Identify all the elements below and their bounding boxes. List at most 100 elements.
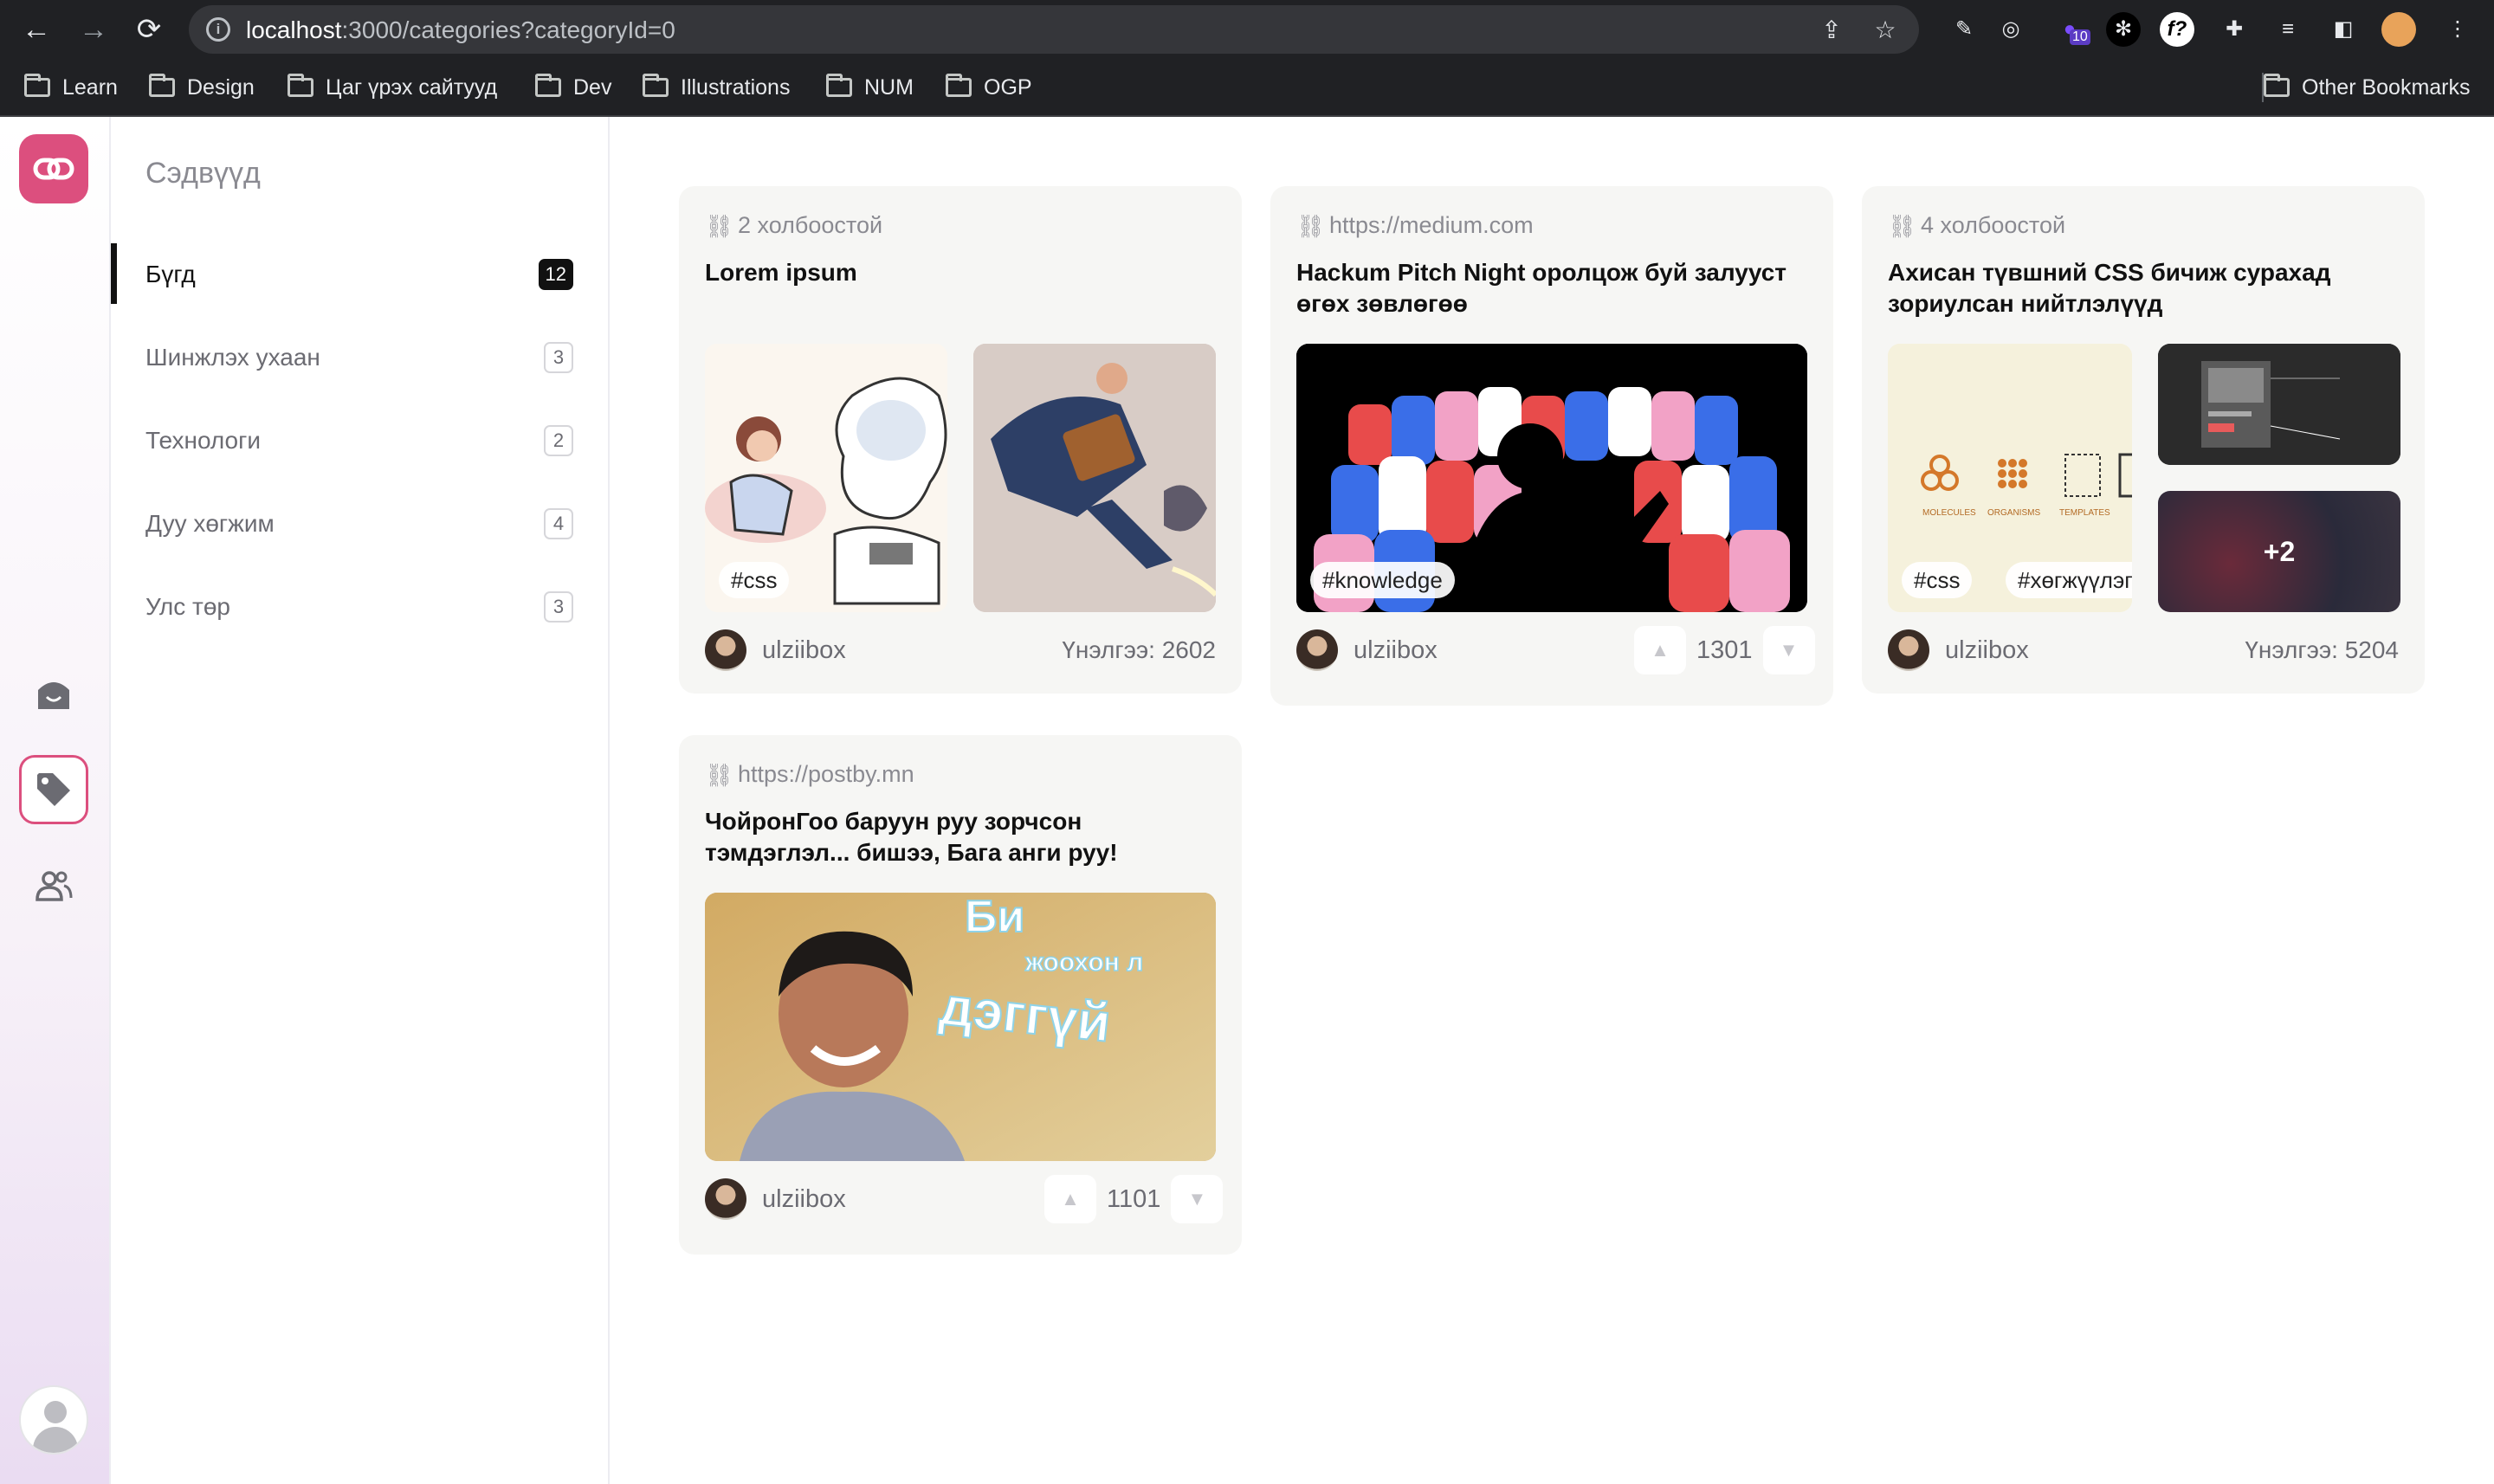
- main-content: ⛓ 2 холбоостой Lorem ipsum #css ulziibox…: [610, 117, 2494, 1484]
- pen-extension-icon[interactable]: ✎: [1947, 12, 1981, 47]
- hashtag-chip[interactable]: #css: [1902, 562, 1973, 598]
- downvote-icon[interactable]: ▼: [1171, 1175, 1224, 1223]
- categories-sidebar: Сэдвүүд Бүгд 12 Шинжлэх ухаан 3 Технолог…: [111, 117, 610, 1484]
- category-item-music[interactable]: Дуу хөгжим 4: [111, 493, 608, 553]
- link-card[interactable]: ⛓ 4 холбоостой Ахисан түвшний CSS бичиж с…: [1862, 186, 2425, 694]
- kid-photo: Би жоохон л дэггүй: [705, 893, 1216, 1161]
- css-card-diagram: [2158, 344, 2400, 465]
- diagram-label: MOLECULES: [1922, 508, 1976, 518]
- forward-icon[interactable]: →: [76, 12, 111, 47]
- category-item-science[interactable]: Шинжлэх ухаан 3: [111, 326, 608, 387]
- menu-kebab-icon[interactable]: ⋮: [2440, 12, 2475, 47]
- folder-icon: [2264, 74, 2290, 97]
- bookmarks-bar: Learn Design Цаг үрэх сайтууд Dev Illust…: [0, 59, 2494, 117]
- count-badge: 3: [544, 342, 573, 373]
- card-author[interactable]: ulziibox: [1296, 629, 1438, 671]
- more-count: +2: [2263, 536, 2296, 567]
- hashtag-chip[interactable]: #хөгжүүлэгч: [2006, 562, 2132, 598]
- card-title: Ахисан түвшний CSS бичиж сурахад зориулс…: [1888, 259, 2331, 317]
- diagram-label: ORGANISMS: [1987, 508, 2040, 518]
- card-source: ⛓ 4 холбоостой: [1888, 212, 2066, 239]
- icon-rail: [0, 117, 111, 1484]
- upvote-icon[interactable]: ▲: [1634, 626, 1686, 674]
- folder-icon: [826, 74, 852, 97]
- share-icon[interactable]: ⇪: [1817, 16, 1846, 45]
- card-thumbnail[interactable]: [2158, 344, 2400, 465]
- hashtag-chip[interactable]: #knowledge: [1310, 562, 1455, 598]
- card-author[interactable]: ulziibox: [705, 629, 846, 671]
- link-icon: ⛓: [705, 212, 734, 239]
- card-thumbnail[interactable]: MOLECULES ORGANISMS TEMPLATES #css #хөгж…: [1888, 344, 2132, 612]
- users-icon[interactable]: [19, 851, 88, 920]
- card-title: ЧойронГоо баруун руу зорчсон тэмдэглэл..…: [705, 808, 1118, 866]
- vote-control: ▲ 1301 ▼: [1634, 626, 1815, 674]
- upvote-icon[interactable]: ▲: [1044, 1175, 1096, 1223]
- category-item-technology[interactable]: Технологи 2: [111, 410, 608, 470]
- card-thumbnail[interactable]: [973, 344, 1216, 612]
- vote-count: 1301: [1696, 636, 1753, 664]
- bookmark-folder[interactable]: Цаг үрэх сайтууд: [288, 73, 497, 102]
- card-rating: Үнэлгээ: 2602: [1062, 636, 1216, 663]
- author-avatar: [705, 1178, 746, 1220]
- reload-icon[interactable]: ⟳: [132, 12, 166, 47]
- card-thumbnail[interactable]: #css: [705, 344, 947, 612]
- link-card[interactable]: ⛓ 2 холбоостой Lorem ipsum #css ulziibox…: [679, 186, 1242, 694]
- address-bar[interactable]: i localhost:3000/categories?categoryId=0…: [189, 5, 1919, 54]
- count-badge: 4: [544, 508, 573, 539]
- card-source: ⛓ https://postby.mn: [705, 761, 914, 788]
- app-logo[interactable]: [19, 134, 88, 203]
- card-author[interactable]: ulziibox: [1888, 629, 2029, 671]
- font-extension-icon[interactable]: f?: [2160, 12, 2194, 47]
- folder-icon: [946, 74, 972, 97]
- browser-toolbar: ← → ⟳ i localhost:3000/categories?catego…: [0, 0, 2494, 59]
- vote-count: 1101: [1107, 1184, 1161, 1213]
- bookmark-folder[interactable]: NUM: [826, 73, 914, 102]
- reading-list-icon[interactable]: ≡: [2271, 12, 2305, 47]
- hashtag-chip[interactable]: #css: [719, 562, 790, 598]
- back-icon[interactable]: ←: [19, 12, 54, 47]
- sidebar-title: Сэдвүүд: [145, 157, 261, 190]
- count-badge: 12: [538, 259, 573, 290]
- link-icon: ⛓: [1296, 212, 1326, 239]
- site-info-icon[interactable]: i: [206, 17, 230, 42]
- url-text: localhost:3000/categories?categoryId=0: [246, 16, 675, 43]
- profile-avatar-icon[interactable]: [2381, 12, 2416, 47]
- extension-icon[interactable]: ◎: [1993, 12, 2028, 47]
- folder-icon: [24, 74, 50, 97]
- card-thumbnail[interactable]: #knowledge: [1296, 344, 1807, 612]
- link-logo-icon: [33, 158, 74, 180]
- downvote-icon[interactable]: ▼: [1762, 626, 1815, 674]
- more-links-thumbnail[interactable]: +2: [2158, 491, 2400, 612]
- image-caption-1: Би: [965, 893, 1024, 942]
- bookmark-folder[interactable]: Learn: [24, 73, 118, 102]
- bookmark-folder[interactable]: Illustrations: [643, 73, 790, 102]
- card-author[interactable]: ulziibox: [705, 1178, 846, 1220]
- folder-icon: [288, 74, 313, 97]
- card-source: ⛓ https://medium.com: [1296, 212, 1534, 239]
- link-card[interactable]: ⛓ https://postby.mn ЧойронГоо баруун руу …: [679, 735, 1242, 1255]
- link-icon: ⛓: [705, 761, 734, 788]
- author-avatar: [705, 629, 746, 671]
- link-card[interactable]: ⛓ https://medium.com Hackum Pitch Night о…: [1270, 186, 1833, 706]
- side-panel-icon[interactable]: ◧: [2326, 12, 2361, 47]
- other-bookmarks[interactable]: Other Bookmarks: [2264, 73, 2471, 102]
- extension-badge-icon[interactable]: ● 10: [2052, 12, 2090, 47]
- user-avatar[interactable]: [19, 1385, 88, 1455]
- vote-control: ▲ 1101 ▼: [1044, 1175, 1224, 1223]
- category-item-politics[interactable]: Улс төр 3: [111, 576, 608, 636]
- category-item-all[interactable]: Бүгд 12: [111, 243, 608, 304]
- folder-icon: [149, 74, 175, 97]
- bookmark-star-icon[interactable]: ☆: [1870, 16, 1900, 45]
- tag-icon[interactable]: [19, 755, 88, 824]
- bookmark-folder[interactable]: Dev: [535, 73, 611, 102]
- bookmark-folder[interactable]: Design: [149, 73, 255, 102]
- card-rating: Үнэлгээ: 5204: [2245, 636, 2399, 663]
- bookmark-folder[interactable]: OGP: [946, 73, 1032, 102]
- home-icon[interactable]: [19, 659, 88, 728]
- asterisk-extension-icon[interactable]: ✻: [2106, 12, 2141, 47]
- running-man-illustration: [973, 344, 1216, 612]
- count-badge: 3: [544, 591, 573, 623]
- card-thumbnail[interactable]: Би жоохон л дэггүй: [705, 893, 1216, 1161]
- puzzle-icon[interactable]: ✚: [2217, 12, 2252, 47]
- card-title: Hackum Pitch Night оролцож буй залууст ө…: [1296, 259, 1787, 317]
